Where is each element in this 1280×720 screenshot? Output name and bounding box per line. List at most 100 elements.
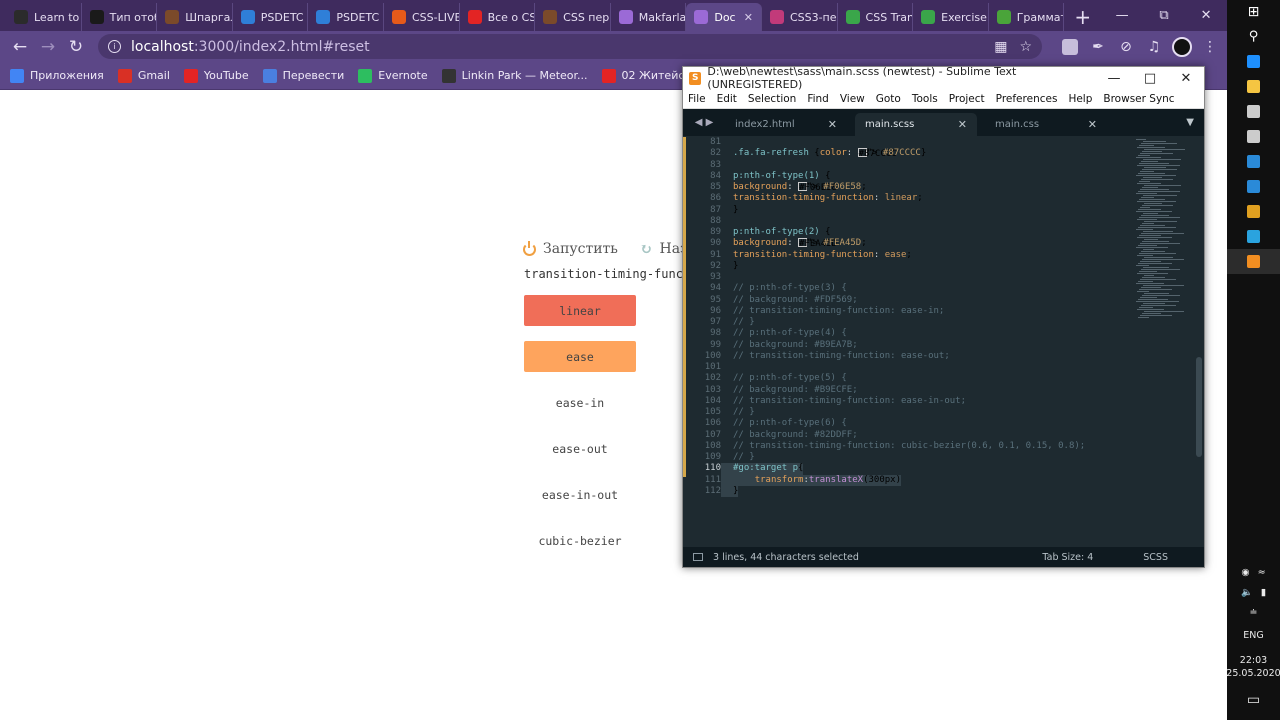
menu-item-edit[interactable]: Edit (717, 93, 737, 105)
code-line[interactable]: 111 transform:translateX(300px) (683, 474, 1133, 486)
site-info-icon[interactable]: i (108, 40, 121, 53)
code-line[interactable]: 88 (683, 216, 1133, 227)
browser-tab[interactable]: CSS пер (535, 3, 611, 31)
code-line[interactable]: 105 // } (683, 407, 1133, 418)
clock[interactable]: 22:03 25.05.2020 (1226, 654, 1280, 680)
code-line[interactable]: 100 // transition-timing-function: ease-o… (683, 351, 1133, 362)
browser-restore-icon[interactable]: ⧉ (1143, 0, 1185, 31)
notifications-icon[interactable]: ▭ (1247, 680, 1260, 720)
browser-tab[interactable]: Тип отоб (82, 3, 158, 31)
code-line[interactable]: 84 p:nth-of-type(1) { (683, 171, 1133, 182)
editor-tab-close-icon[interactable]: ✕ (958, 118, 967, 131)
menu-item-file[interactable]: File (688, 93, 706, 105)
editor-tab[interactable]: main.scss ✕ (855, 113, 977, 136)
browser-tab[interactable]: Exercise (913, 3, 989, 31)
close-icon[interactable]: ✕ (1168, 71, 1204, 86)
code-line[interactable]: 110 #go:target p{ (683, 463, 1133, 475)
editor-tab-close-icon[interactable]: ✕ (1088, 118, 1097, 131)
code-line[interactable]: 94 // p:nth-of-type(3) { (683, 283, 1133, 294)
reload-icon[interactable]: ↻ (62, 33, 90, 61)
easing-box-ease[interactable]: ease (524, 341, 636, 372)
easing-box-linear[interactable]: linear (524, 295, 636, 326)
bookmark-item[interactable]: Evernote (358, 68, 428, 83)
address-bar[interactable]: i localhost:3000/index2.html#reset ▦ ☆ (98, 34, 1042, 59)
menu-item-browser-sync[interactable]: Browser Sync (1103, 93, 1174, 105)
browser-tab[interactable]: Learn to (6, 3, 82, 31)
code-line[interactable]: 104 // transition-timing-function: ease-i… (683, 396, 1133, 407)
bookmark-item[interactable]: Приложения (10, 68, 104, 83)
code-line[interactable]: 109 // } (683, 452, 1133, 463)
avatar[interactable] (1168, 33, 1196, 61)
tab-scroll-arrows-icon[interactable]: ◀ ▶ (683, 109, 725, 136)
tab-size-status[interactable]: Tab Size: 4 (1042, 552, 1093, 563)
code-line[interactable]: 81 (683, 137, 1133, 148)
bookmark-item[interactable]: YouTube (183, 68, 249, 83)
mail-icon[interactable] (1227, 174, 1280, 199)
telegram-icon[interactable] (1227, 224, 1280, 249)
tab-close-icon[interactable]: ✕ (744, 11, 753, 24)
file-explorer-icon[interactable] (1227, 74, 1280, 99)
network-app-icon[interactable]: ◉ (1241, 567, 1249, 578)
code-line[interactable]: 106 // p:nth-of-type(6) { (683, 418, 1133, 429)
code-line[interactable]: 101 (683, 362, 1133, 373)
windows-start-icon[interactable]: ⊞ (1227, 0, 1280, 24)
browser-close-icon[interactable]: ✕ (1185, 0, 1227, 31)
bookmark-item[interactable]: Перевести (262, 68, 344, 83)
forward-arrow-icon[interactable]: → (34, 33, 62, 61)
blocked-extension-icon[interactable]: ⊘ (1112, 33, 1140, 61)
code-line[interactable]: 93 (683, 272, 1133, 283)
sublime-icon[interactable] (1227, 249, 1280, 274)
code-line[interactable]: 87} (683, 205, 1133, 216)
edge-icon[interactable] (1227, 49, 1280, 74)
code-line[interactable]: 83 (683, 160, 1133, 171)
browser-tab[interactable]: PSDETC (233, 3, 309, 31)
code-line[interactable]: 98 // p:nth-of-type(4) { (683, 328, 1133, 339)
browser-tab[interactable]: PSDETC (308, 3, 384, 31)
bookmark-item[interactable]: Gmail (117, 68, 170, 83)
menu-item-preferences[interactable]: Preferences (996, 93, 1058, 105)
volume-icon[interactable]: 🔈 (1241, 587, 1253, 598)
browser-tab[interactable]: Doc ✕ (686, 3, 762, 31)
browser-tab[interactable]: Makfarla (611, 3, 687, 31)
chrome-icon[interactable] (1227, 199, 1280, 224)
code-line[interactable]: 89 p:nth-of-type(2) { (683, 227, 1133, 238)
editor-tab[interactable]: index2.html ✕ (725, 113, 847, 136)
battery-icon[interactable]: ▮ (1261, 587, 1266, 598)
minimize-icon[interactable]: — (1096, 71, 1132, 86)
code-line[interactable]: 90 background: #FEA45D"> #FEA45D; (683, 238, 1133, 249)
media-controls-icon[interactable]: ♫ (1140, 33, 1168, 61)
menu-item-selection[interactable]: Selection (748, 93, 796, 105)
code-line[interactable]: 99 // background: #B9EA7B; (683, 340, 1133, 351)
editor-scrollbar[interactable] (1196, 357, 1202, 457)
code-line[interactable]: 112} (683, 485, 1133, 497)
code-line[interactable]: 95 // background: #FDF569; (683, 295, 1133, 306)
back-arrow-icon[interactable]: ← (6, 33, 34, 61)
vscode-icon[interactable] (1227, 149, 1280, 174)
menu-item-view[interactable]: View (840, 93, 865, 105)
browser-tab[interactable]: Все о CS (460, 3, 536, 31)
menu-item-goto[interactable]: Goto (876, 93, 901, 105)
people-icon[interactable]: ≈ (1258, 567, 1266, 578)
browser-minimize-icon[interactable]: — (1101, 0, 1143, 31)
code-line[interactable]: 85 background: #F06E58"> #F06E58; (683, 182, 1133, 193)
easing-box-ease-in-out[interactable]: ease-in-out (524, 479, 636, 510)
store-icon[interactable] (1227, 99, 1280, 124)
code-line[interactable]: 107 // background: #82DDFF; (683, 430, 1133, 441)
bookmark-star-icon[interactable]: ☆ (1019, 39, 1032, 55)
menu-item-tools[interactable]: Tools (912, 93, 938, 105)
code-line[interactable]: 86 transition-timing-function: linear; (683, 193, 1133, 204)
editor-tab[interactable]: main.css ✕ (985, 113, 1107, 136)
code-line[interactable]: 92} (683, 261, 1133, 272)
browser-tab[interactable]: CSS-LIVE (384, 3, 460, 31)
translate-page-icon[interactable]: ▦ (994, 39, 1007, 55)
browser-tab[interactable]: CSS Tran (838, 3, 914, 31)
easing-box-cubic-bezier[interactable]: cubic-bezier (524, 525, 636, 556)
editor-tab-close-icon[interactable]: ✕ (828, 118, 837, 131)
code-editor[interactable]: 81 82 .fa.fa-refresh {color: #87CCCC"> #87… (683, 137, 1204, 549)
syntax-status[interactable]: SCSS (1143, 552, 1168, 563)
photos-icon[interactable] (1227, 124, 1280, 149)
easing-box-ease-out[interactable]: ease-out (524, 433, 636, 464)
panel-toggle-icon[interactable] (693, 553, 703, 561)
code-line[interactable]: 96 // transition-timing-function: ease-in… (683, 306, 1133, 317)
extension-icon[interactable] (1056, 33, 1084, 61)
